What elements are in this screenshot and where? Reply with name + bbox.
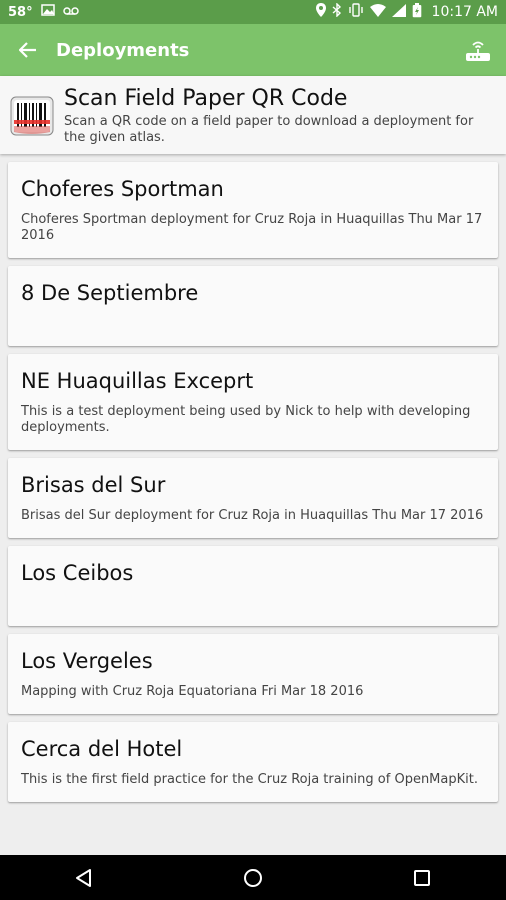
cell-signal-icon bbox=[391, 3, 406, 21]
deployment-description bbox=[21, 596, 484, 612]
router-button[interactable] bbox=[450, 38, 506, 62]
nav-recents-button[interactable] bbox=[392, 855, 452, 900]
circle-home-icon bbox=[243, 868, 262, 887]
deployment-title: Los Vergeles bbox=[21, 649, 153, 673]
deployment-title: 8 De Septiembre bbox=[21, 281, 199, 305]
deployment-title: Cerca del Hotel bbox=[21, 737, 183, 761]
battery-icon bbox=[412, 2, 422, 22]
location-icon bbox=[315, 3, 326, 21]
page-title: Deployments bbox=[56, 39, 190, 61]
scan-qr-header[interactable]: Scan Field Paper QR Code Scan a QR code … bbox=[0, 76, 506, 154]
deployment-title: Brisas del Sur bbox=[21, 473, 166, 497]
deployment-title: Los Ceibos bbox=[21, 561, 134, 585]
image-icon bbox=[40, 4, 55, 20]
router-icon bbox=[466, 41, 490, 61]
wifi-icon bbox=[369, 3, 386, 21]
deployment-card[interactable]: Los Ceibos bbox=[8, 546, 498, 626]
deployment-description: This is a test deployment being used by … bbox=[21, 404, 471, 435]
deployment-title: NE Huaquillas Exceprt bbox=[21, 369, 254, 393]
scan-subtitle: Scan a QR code on a field paper to downl… bbox=[64, 114, 474, 145]
arrow-left-icon bbox=[19, 42, 36, 58]
deployment-title: Choferes Sportman bbox=[21, 177, 224, 201]
deployment-description: Brisas del Sur deployment for Cruz Roja … bbox=[21, 508, 484, 523]
temperature-text: 58° bbox=[8, 4, 33, 20]
nav-back-button[interactable] bbox=[54, 855, 114, 900]
deployment-card[interactable]: 8 De Septiembre bbox=[8, 266, 498, 346]
status-left: 58° bbox=[0, 4, 79, 20]
triangle-back-icon bbox=[76, 868, 92, 887]
deployment-description: This is the first field practice for the… bbox=[21, 772, 478, 787]
scan-text: Scan Field Paper QR Code Scan a QR code … bbox=[64, 76, 506, 146]
status-bar: 58° 10:17 AM bbox=[0, 0, 506, 24]
bluetooth-icon bbox=[332, 2, 342, 21]
system-nav-bar bbox=[0, 855, 506, 900]
deployment-card[interactable]: Choferes Sportman Choferes Sportman depl… bbox=[8, 162, 498, 258]
vibrate-icon bbox=[348, 3, 364, 21]
back-button[interactable] bbox=[0, 41, 56, 59]
deployment-card[interactable]: NE Huaquillas Exceprt This is a test dep… bbox=[8, 354, 498, 450]
app-bar: Deployments bbox=[0, 24, 506, 76]
barcode-scanner-icon bbox=[10, 96, 54, 136]
deployment-description: Mapping with Cruz Roja Equatoriana Fri M… bbox=[21, 684, 364, 699]
voicemail-icon bbox=[62, 4, 79, 20]
square-recents-icon bbox=[413, 869, 430, 886]
deployment-card[interactable]: Brisas del Sur Brisas del Sur deployment… bbox=[8, 458, 498, 538]
deployment-description: Choferes Sportman deployment for Cruz Ro… bbox=[21, 212, 483, 243]
deployment-card[interactable]: Cerca del Hotel This is the first field … bbox=[8, 722, 498, 802]
nav-home-button[interactable] bbox=[223, 855, 283, 900]
deployment-list: Choferes Sportman Choferes Sportman depl… bbox=[8, 162, 498, 810]
deployment-description bbox=[21, 316, 484, 332]
scan-title: Scan Field Paper QR Code bbox=[64, 86, 348, 111]
clock-text: 10:17 AM bbox=[431, 4, 498, 20]
status-right: 10:17 AM bbox=[315, 2, 506, 22]
deployment-card[interactable]: Los Vergeles Mapping with Cruz Roja Equa… bbox=[8, 634, 498, 714]
